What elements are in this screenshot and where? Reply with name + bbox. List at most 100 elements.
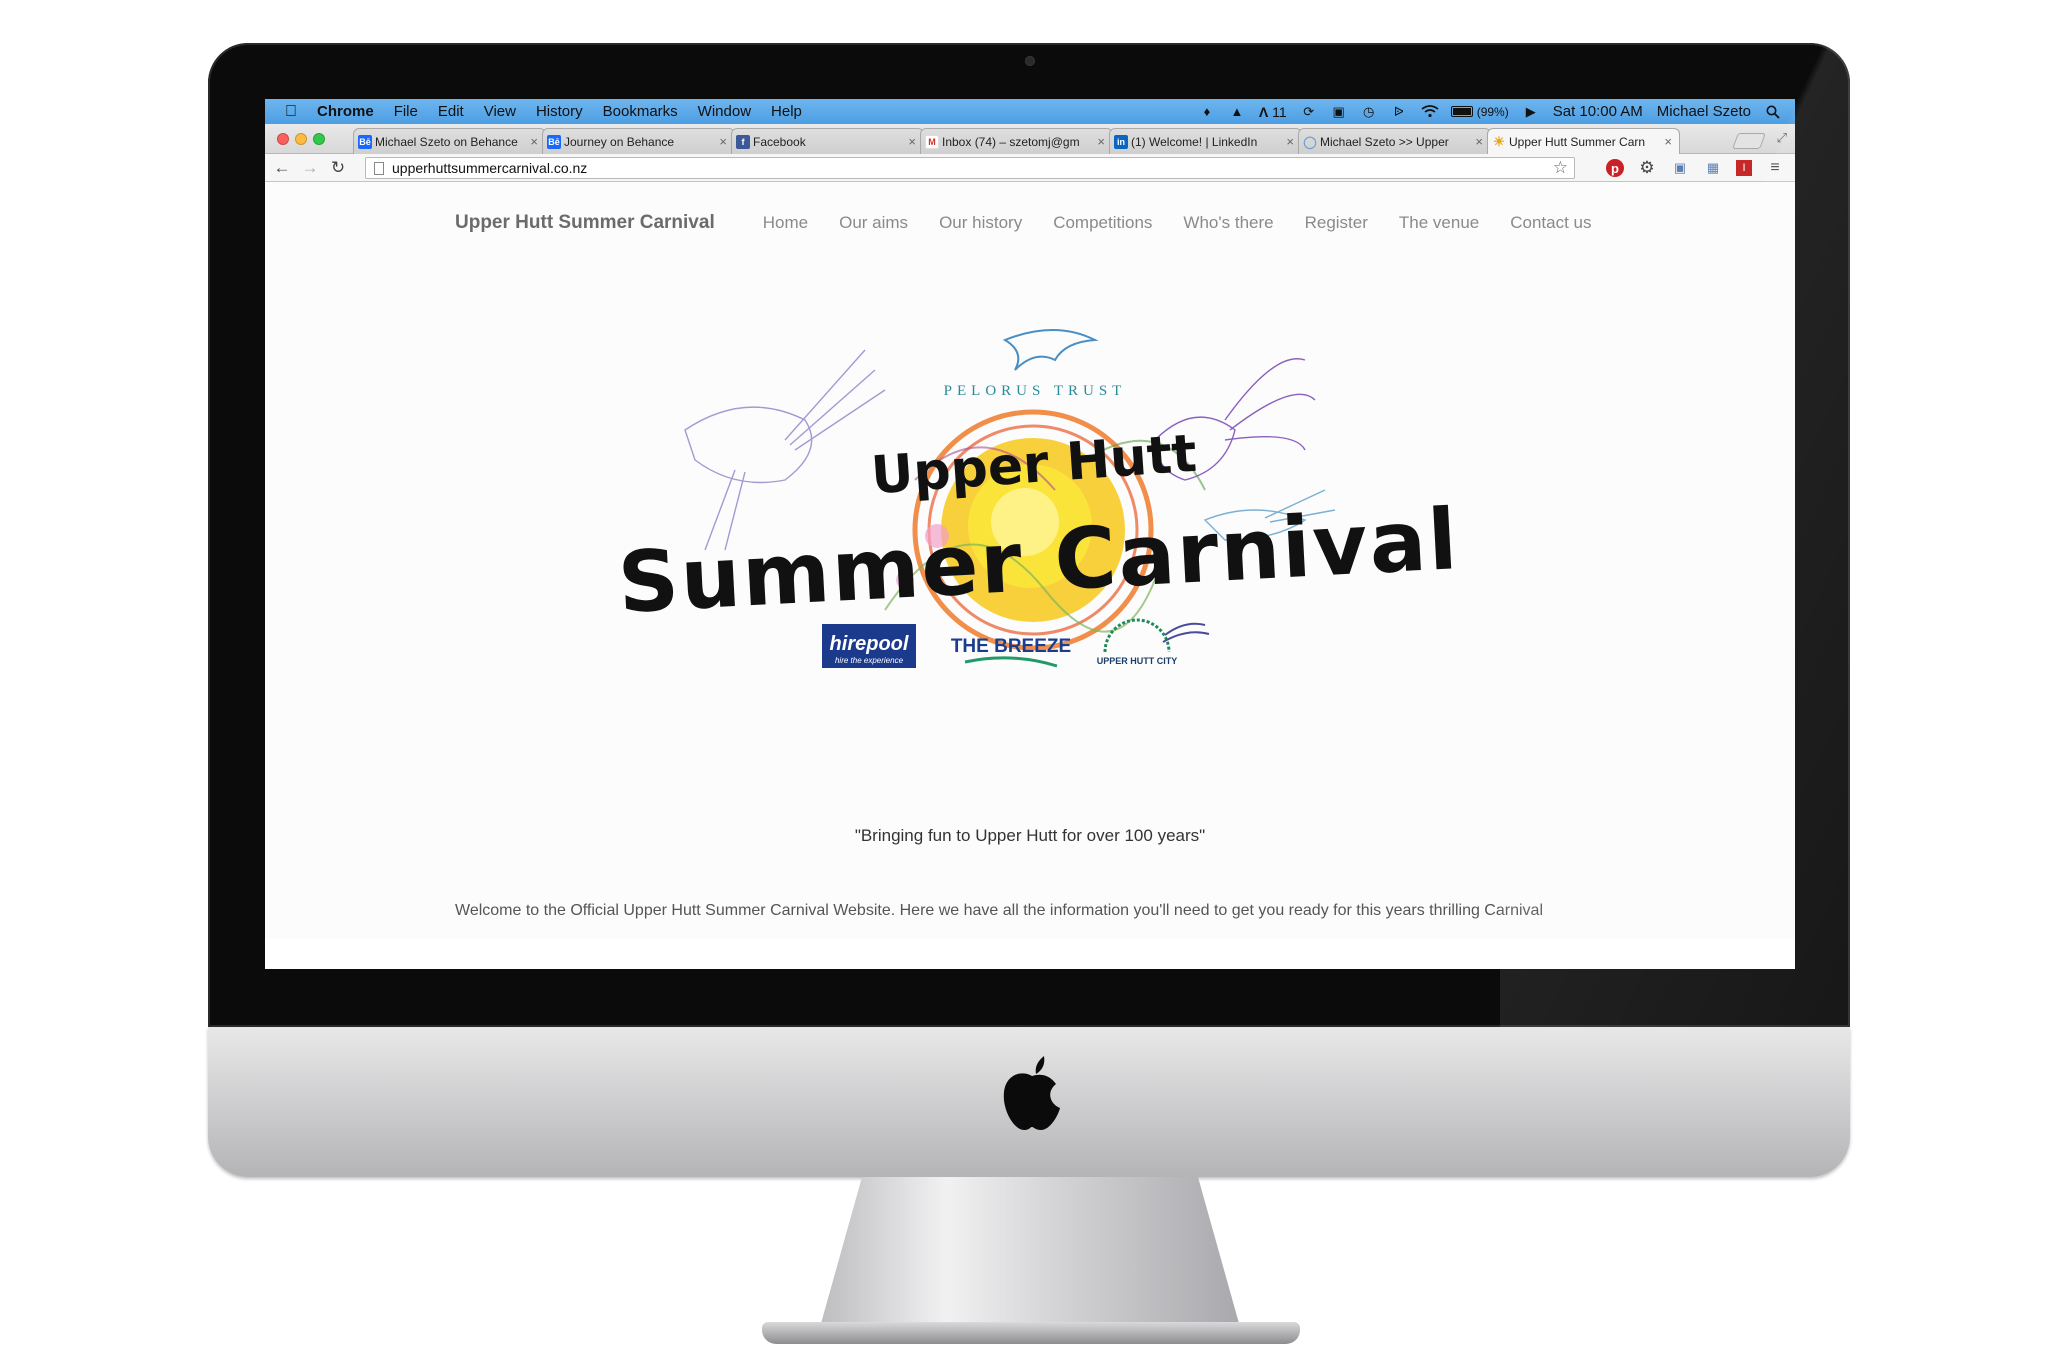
- menu-bookmarks[interactable]: Bookmarks: [603, 103, 678, 120]
- new-tab-button[interactable]: [1732, 133, 1766, 149]
- site-nav-links: Home Our aims Our history Competitions W…: [763, 213, 1592, 233]
- tab-close-icon[interactable]: ×: [1664, 134, 1672, 149]
- menu-app-name[interactable]: Chrome: [317, 103, 374, 120]
- forward-arrow-icon[interactable]: →: [299, 158, 321, 178]
- site-navigation: Upper Hutt Summer Carnival Home Our aims…: [455, 212, 1592, 234]
- imac-stand-neck: [820, 1177, 1240, 1327]
- sync-icon[interactable]: ⟳: [1301, 104, 1317, 119]
- site-tagline: "Bringing fun to Upper Hutt for over 100…: [854, 826, 1206, 845]
- menu-view[interactable]: View: [484, 103, 516, 120]
- linkedin-icon: in: [1114, 134, 1128, 149]
- menu-history[interactable]: History: [536, 103, 583, 120]
- volume-icon[interactable]: ▶: [1523, 104, 1539, 119]
- the-breeze-logo: THE BREEZE: [951, 636, 1071, 668]
- nav-competitions[interactable]: Competitions: [1053, 213, 1152, 233]
- window-controls: [277, 133, 325, 145]
- battery-percent: (99%): [1476, 104, 1509, 119]
- battery-icon: [1450, 106, 1473, 117]
- nav-home[interactable]: Home: [763, 213, 808, 233]
- tab-facebook[interactable]: f Facebook ×: [731, 128, 924, 154]
- nav-the-venue[interactable]: The venue: [1399, 213, 1479, 233]
- tab-close-icon[interactable]: ×: [1097, 134, 1105, 149]
- sun-icon: ☀: [1493, 133, 1505, 149]
- menubar-status-area: ♦ ▲ Λ 11 ⟳ ▣ ◷ ᐉ (99%) ▶ Sat 10:00 AM Mi…: [1199, 99, 1781, 124]
- tab-summer-carnival[interactable]: ☀ Upper Hutt Summer Carn ×: [1487, 128, 1680, 154]
- tab-close-icon[interactable]: ×: [719, 134, 727, 149]
- adobe-updates-count: 11: [1272, 103, 1287, 120]
- tab-behance-profile[interactable]: Bē Michael Szeto on Behance ×: [353, 128, 546, 154]
- close-window-button[interactable]: [277, 133, 289, 145]
- page-icon: [374, 161, 384, 175]
- screen:  Chrome File Edit View History Bookmark…: [265, 99, 1795, 969]
- breeze-wordmark: THE BREEZE: [951, 636, 1071, 657]
- menu-window[interactable]: Window: [698, 103, 751, 120]
- menubar-user[interactable]: Michael Szeto: [1657, 103, 1751, 120]
- address-bar-url[interactable]: upperhuttsummercarnival.co.nz: [392, 160, 587, 176]
- menu-help[interactable]: Help: [771, 103, 802, 120]
- tab-title: Facebook: [753, 134, 806, 149]
- notification-bell-icon[interactable]: ♦: [1199, 104, 1215, 119]
- tab-gmail[interactable]: M Inbox (74) – szetomj@gm ×: [920, 128, 1113, 154]
- tab-close-icon[interactable]: ×: [908, 134, 916, 149]
- display-icon[interactable]: ▣: [1331, 104, 1347, 119]
- spotlight-search-icon[interactable]: [1765, 105, 1781, 119]
- site-brand[interactable]: Upper Hutt Summer Carnival: [455, 212, 715, 234]
- tab-behance-journey[interactable]: Bē Journey on Behance ×: [542, 128, 735, 154]
- menu-file[interactable]: File: [394, 103, 418, 120]
- pin-icon: ◯: [1303, 134, 1317, 149]
- tab-close-icon[interactable]: ×: [530, 134, 538, 149]
- tab-close-icon[interactable]: ×: [1475, 134, 1483, 149]
- tab-title: Journey on Behance: [564, 134, 675, 149]
- gmail-icon: M: [925, 134, 939, 149]
- carnival-logo: PELORUS TRUST Upper Hutt Summer Carnival: [616, 329, 1461, 668]
- tab-linkedin[interactable]: in (1) Welcome! | LinkedIn ×: [1109, 128, 1302, 154]
- tab-title: Michael Szeto >> Upper: [1320, 134, 1449, 149]
- facebook-icon: f: [736, 134, 750, 149]
- menu-edit[interactable]: Edit: [438, 103, 464, 120]
- minimize-window-button[interactable]: [295, 133, 307, 145]
- back-arrow-icon[interactable]: ←: [271, 158, 293, 178]
- imac-stand-foot: [762, 1322, 1300, 1344]
- fullscreen-icon[interactable]: ⤢: [1777, 130, 1787, 146]
- apple-logo-icon: [1003, 1056, 1060, 1130]
- dolphin-illustration: [1002, 329, 1099, 371]
- mac-menubar:  Chrome File Edit View History Bookmark…: [265, 99, 1795, 124]
- hirepool-logo: hirepool hire the experience: [822, 624, 916, 668]
- settings-gear-icon[interactable]: ⚙: [1637, 158, 1657, 178]
- pinterest-icon[interactable]: p: [1606, 159, 1624, 177]
- apple-menu-icon[interactable]: : [285, 103, 297, 121]
- nav-contact-us[interactable]: Contact us: [1510, 213, 1591, 233]
- address-bar[interactable]: upperhuttsummercarnival.co.nz ☆: [365, 157, 1575, 179]
- nav-our-aims[interactable]: Our aims: [839, 213, 908, 233]
- hirepool-tagline: hire the experience: [835, 656, 904, 665]
- zoom-window-button[interactable]: [313, 133, 325, 145]
- logo-title-line1: Upper Hutt: [869, 424, 1198, 507]
- bluetooth-icon[interactable]: ᐉ: [1391, 104, 1407, 119]
- tab-strip: Bē Michael Szeto on Behance × Bē Journey…: [353, 128, 1680, 154]
- web-page: Upper Hutt Summer Carnival Home Our aims…: [265, 182, 1795, 939]
- tab-title: Inbox (74) – szetomj@gm: [942, 134, 1080, 149]
- battery-status[interactable]: (99%): [1450, 104, 1509, 119]
- adobe-updates-icon[interactable]: Λ 11: [1259, 104, 1287, 120]
- screenshot-icon[interactable]: ▣: [1670, 158, 1690, 178]
- chrome-menu-icon[interactable]: ≡: [1765, 158, 1785, 178]
- time-machine-icon[interactable]: ◷: [1361, 104, 1377, 119]
- reload-icon[interactable]: ↻: [327, 158, 349, 178]
- tab-close-icon[interactable]: ×: [1286, 134, 1294, 149]
- nav-our-history[interactable]: Our history: [939, 213, 1022, 233]
- google-drive-icon[interactable]: ▲: [1229, 104, 1245, 119]
- tab-title: (1) Welcome! | LinkedIn: [1131, 134, 1258, 149]
- behance-icon: Bē: [547, 134, 561, 149]
- nav-whos-there[interactable]: Who's there: [1183, 213, 1273, 233]
- sponsor-pelorus: PELORUS TRUST: [944, 383, 1127, 399]
- camera: [1025, 56, 1035, 66]
- bookmark-star-icon[interactable]: ☆: [1553, 158, 1568, 178]
- window-icon[interactable]: ▦: [1703, 158, 1723, 178]
- wifi-icon[interactable]: [1421, 104, 1439, 119]
- nav-register[interactable]: Register: [1305, 213, 1368, 233]
- tab-portfolio[interactable]: ◯ Michael Szeto >> Upper ×: [1298, 128, 1491, 154]
- behance-icon: Bē: [358, 134, 372, 149]
- menubar-clock[interactable]: Sat 10:00 AM: [1553, 103, 1643, 120]
- readability-icon[interactable]: I: [1736, 160, 1752, 176]
- hirepool-wordmark: hirepool: [830, 633, 909, 655]
